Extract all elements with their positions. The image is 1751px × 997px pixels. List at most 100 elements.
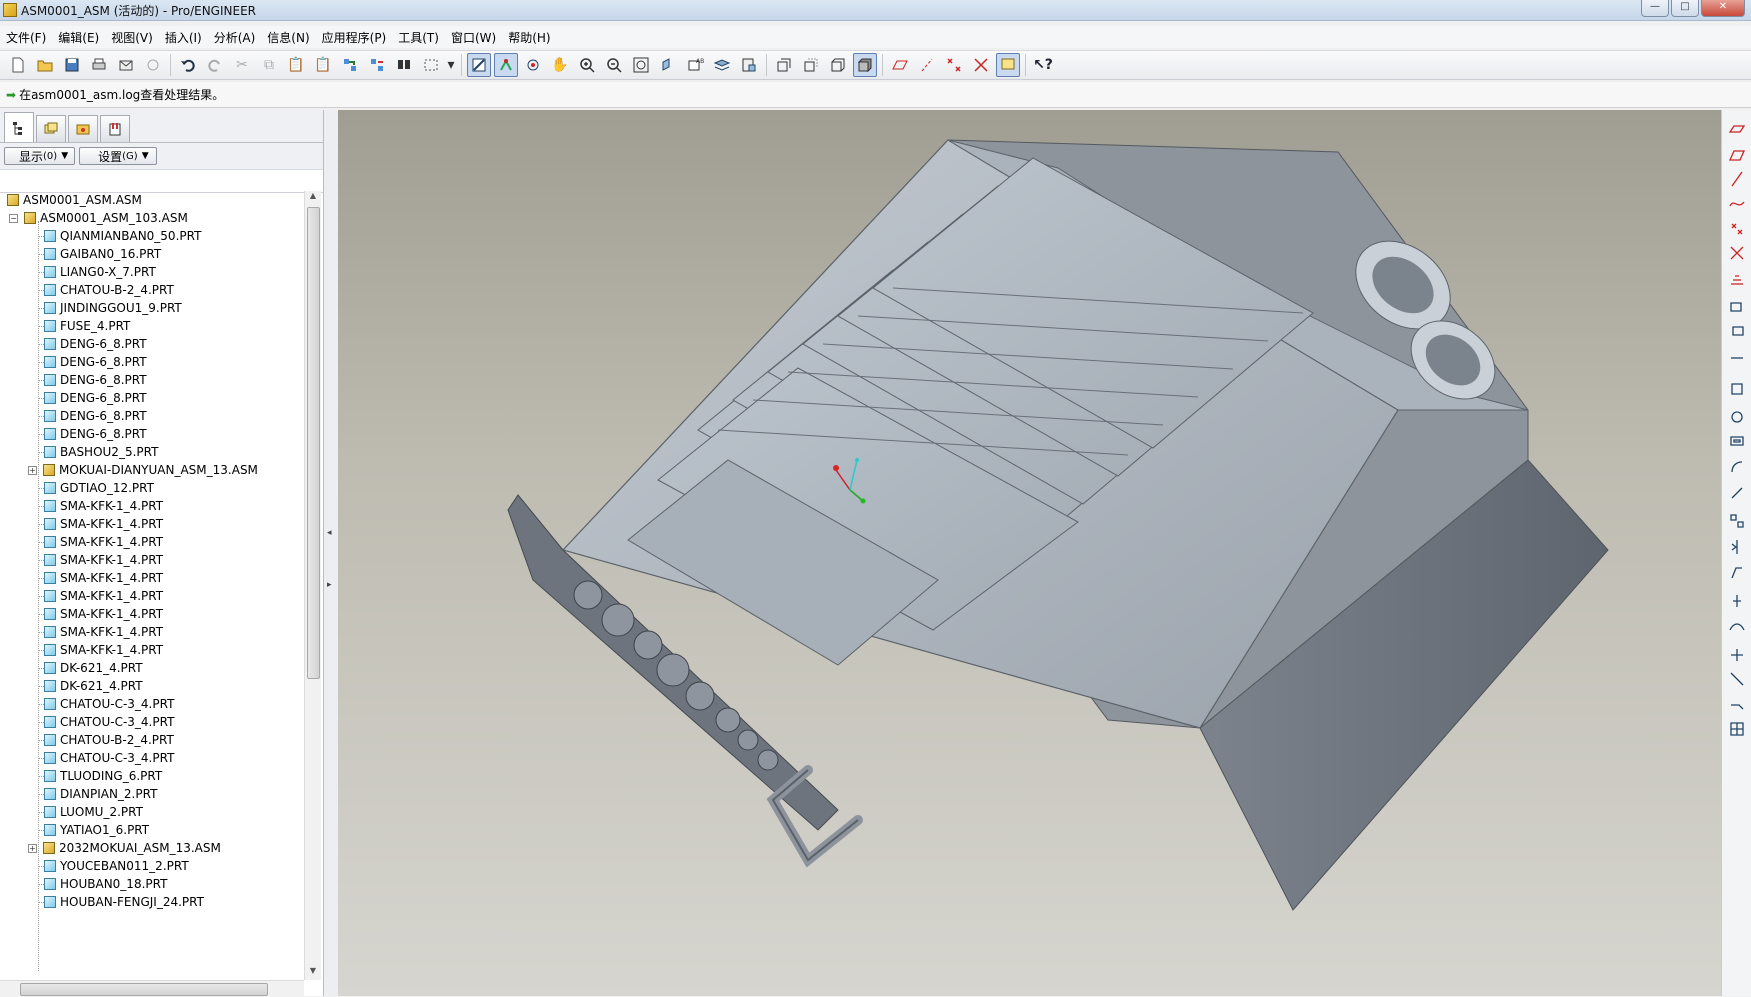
chamfer-icon[interactable] — [1726, 482, 1748, 504]
zoom-out-icon[interactable] — [602, 53, 626, 77]
insert-part-icon[interactable] — [1726, 378, 1748, 400]
pan-hand-icon[interactable]: ✋ — [548, 53, 572, 77]
insert-feature-icon[interactable] — [1726, 348, 1748, 370]
menu-item-6[interactable]: 应用程序(P) — [316, 29, 393, 46]
paste-special-icon[interactable]: 📋 — [311, 53, 335, 77]
tree-item[interactable]: DENG-6_8.PRT — [38, 335, 147, 353]
repaint-icon[interactable] — [467, 53, 491, 77]
tree-item[interactable]: TLUODING_6.PRT — [38, 767, 162, 785]
coordinate-systems-icon[interactable] — [969, 53, 993, 77]
tree-item[interactable]: SMA-KFK-1_4.PRT — [38, 533, 163, 551]
view-manager-icon[interactable] — [737, 53, 761, 77]
tree-item[interactable]: SMA-KFK-1_4.PRT — [38, 569, 163, 587]
model-tree-tab-icon[interactable] — [4, 112, 34, 142]
settings-dropdown[interactable]: 设置 (G) ▼ — [79, 147, 158, 165]
expand-icon[interactable]: + — [28, 465, 37, 475]
shading-icon[interactable] — [853, 53, 877, 77]
annotation-display-icon[interactable] — [996, 53, 1020, 77]
tree-item[interactable]: DENG-6_8.PRT — [38, 425, 147, 443]
draft-icon[interactable] — [1726, 562, 1748, 584]
graphics-window[interactable] — [338, 110, 1721, 996]
tree-item[interactable]: DENG-6_8.PRT — [38, 389, 147, 407]
expand-icon[interactable]: + — [28, 843, 37, 853]
zoom-in-icon[interactable] — [575, 53, 599, 77]
tree-item[interactable]: SMA-KFK-1_4.PRT — [38, 587, 163, 605]
reorient-icon[interactable] — [656, 53, 680, 77]
minimize-button[interactable]: — — [1641, 0, 1669, 17]
tree-item[interactable]: LIANG0-X_7.PRT — [38, 263, 156, 281]
tree-item[interactable]: CHATOU-C-3_4.PRT — [38, 713, 174, 731]
tree-item[interactable]: BASHOU2_5.PRT — [38, 443, 158, 461]
tree-item[interactable]: YOUCEBAN011_2.PRT — [38, 857, 189, 875]
menu-item-8[interactable]: 窗口(W) — [445, 29, 502, 46]
scroll-down-icon[interactable]: ▼ — [305, 966, 321, 980]
menu-item-4[interactable]: 分析(A) — [208, 29, 262, 46]
scroll-thumb[interactable] — [307, 207, 320, 679]
menu-item-2[interactable]: 视图(V) — [105, 29, 159, 46]
tree-item[interactable]: SMA-KFK-1_4.PRT — [38, 641, 163, 659]
folder-browser-tab-icon[interactable] — [68, 115, 98, 142]
copy-icon[interactable]: ⧉ — [257, 53, 281, 77]
hidden-line-icon[interactable] — [799, 53, 823, 77]
panel-splitter[interactable]: ◂ ▸ — [324, 110, 338, 996]
tree-item[interactable]: CHATOU-C-3_4.PRT — [38, 749, 174, 767]
print-icon[interactable] — [87, 53, 111, 77]
tree-subassembly-node[interactable]: − ASM0001_ASM_103.ASM — [9, 209, 188, 227]
regenerate-icon[interactable] — [338, 53, 362, 77]
surface-icon[interactable] — [1726, 616, 1748, 638]
datum-plane-icon[interactable] — [1726, 144, 1748, 166]
tree-item[interactable]: DENG-6_8.PRT — [38, 353, 147, 371]
coordinate-system-icon[interactable] — [1726, 242, 1748, 264]
saved-views-icon[interactable]: AB — [683, 53, 707, 77]
menu-item-0[interactable]: 文件(F) — [0, 29, 52, 46]
tree-item[interactable]: +2032MOKUAI_ASM_13.ASM — [28, 839, 221, 857]
select-box-icon[interactable] — [419, 53, 443, 77]
redo-icon[interactable] — [203, 53, 227, 77]
scroll-up-icon[interactable]: ▲ — [305, 191, 321, 205]
shell-icon[interactable] — [1726, 430, 1748, 452]
favorites-tab-icon[interactable] — [100, 115, 130, 142]
undo-icon[interactable] — [176, 53, 200, 77]
hole-icon[interactable] — [1726, 406, 1748, 428]
new-file-icon[interactable] — [6, 53, 30, 77]
tree-item[interactable]: JINDINGGOU1_9.PRT — [38, 299, 182, 317]
trim-icon[interactable] — [1726, 668, 1748, 690]
tree-item[interactable]: FUSE_4.PRT — [38, 317, 130, 335]
merge-icon[interactable] — [1726, 644, 1748, 666]
send-link-icon[interactable] — [141, 53, 165, 77]
tree-item[interactable]: HOUBAN0_18.PRT — [38, 875, 167, 893]
collapse-icon[interactable]: − — [9, 213, 18, 223]
tree-item[interactable]: SMA-KFK-1_4.PRT — [38, 497, 163, 515]
expand-right-icon[interactable]: ▸ — [327, 580, 332, 590]
cut-icon[interactable]: ✂ — [230, 53, 254, 77]
no-hidden-icon[interactable] — [826, 53, 850, 77]
tree-horizontal-scrollbar[interactable] — [0, 980, 304, 997]
datum-plane-sketch-icon[interactable] — [1726, 118, 1748, 140]
tree-root-node[interactable]: ASM0001_ASM.ASM — [7, 191, 142, 209]
collapse-left-icon[interactable]: ◂ — [327, 528, 332, 538]
spin-center-icon[interactable] — [494, 53, 518, 77]
tree-item[interactable]: DENG-6_8.PRT — [38, 407, 147, 425]
tree-item[interactable]: SMA-KFK-1_4.PRT — [38, 515, 163, 533]
datum-axes-icon[interactable] — [915, 53, 939, 77]
tree-item[interactable]: LUOMU_2.PRT — [38, 803, 143, 821]
tree-item[interactable]: CHATOU-C-3_4.PRT — [38, 695, 174, 713]
menu-item-3[interactable]: 插入(I) — [159, 29, 208, 46]
extend-icon[interactable] — [1726, 694, 1748, 716]
tree-item[interactable]: YATIAO1_6.PRT — [38, 821, 149, 839]
maximize-button[interactable]: □ — [1671, 0, 1699, 17]
datum-axis-icon[interactable] — [1726, 168, 1748, 190]
layer-tree-tab-icon[interactable] — [36, 115, 66, 142]
scroll-thumb[interactable] — [20, 983, 268, 996]
tree-item[interactable]: DK-621_4.PRT — [38, 659, 143, 677]
save-icon[interactable] — [60, 53, 84, 77]
create-component-icon[interactable] — [1726, 322, 1748, 344]
tree-vertical-scrollbar[interactable]: ▲ ▼ — [304, 191, 321, 980]
refit-icon[interactable] — [629, 53, 653, 77]
tree-item[interactable]: GDTIAO_12.PRT — [38, 479, 154, 497]
tree-item[interactable]: DK-621_4.PRT — [38, 677, 143, 695]
tree-item[interactable]: DENG-6_8.PRT — [38, 371, 147, 389]
orient-mode-icon[interactable] — [521, 53, 545, 77]
assemble-icon[interactable] — [1726, 296, 1748, 318]
datum-planes-icon[interactable] — [888, 53, 912, 77]
